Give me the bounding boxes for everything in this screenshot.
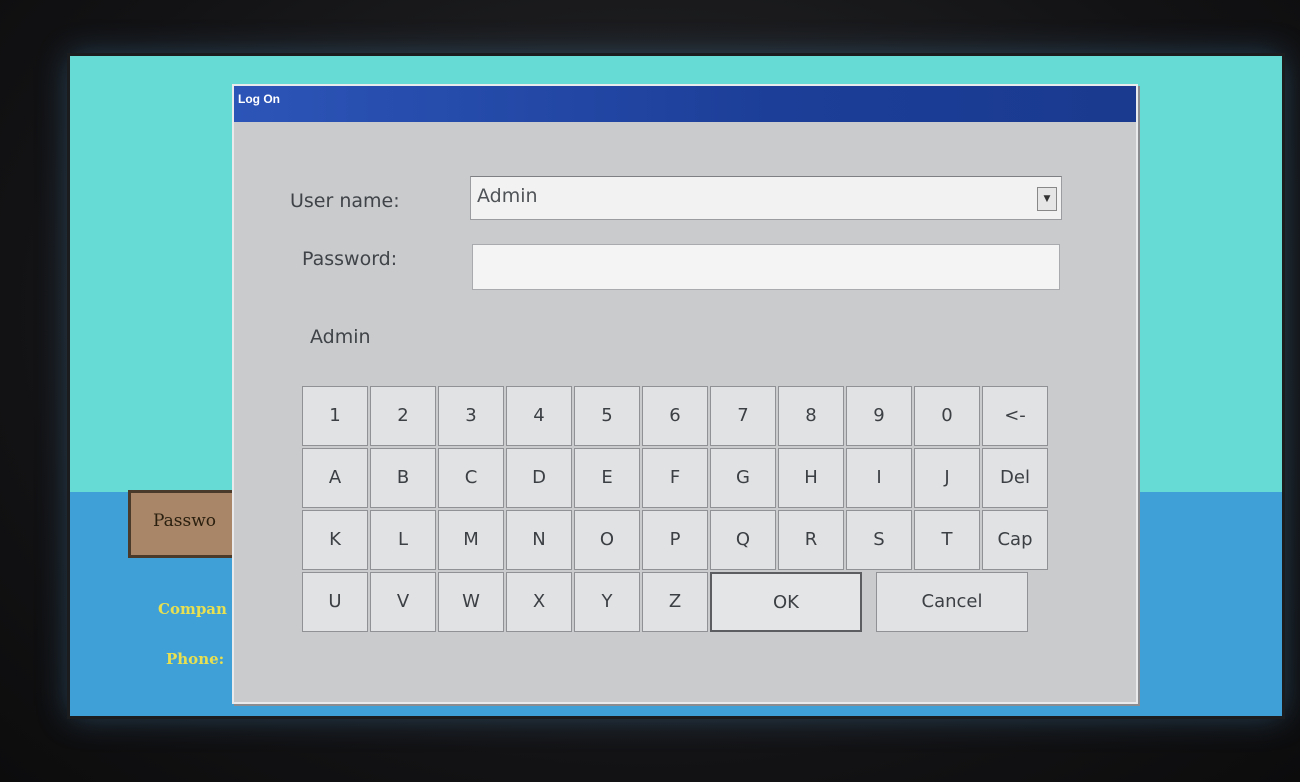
key-delete[interactable]: Del (982, 448, 1048, 508)
logon-dialog: Log On User name: Admin ▼ Password: Admi… (232, 84, 1138, 704)
key-8[interactable]: 8 (778, 386, 844, 446)
key-u[interactable]: U (302, 572, 368, 632)
key-z[interactable]: Z (642, 572, 708, 632)
dialog-title: Log On (238, 92, 280, 106)
key-m[interactable]: M (438, 510, 504, 570)
key-backspace[interactable]: <- (982, 386, 1048, 446)
onscreen-keyboard: 1 2 3 4 5 6 7 8 9 0 <- A B C D E F G H I… (302, 386, 1048, 632)
key-b[interactable]: B (370, 448, 436, 508)
key-w[interactable]: W (438, 572, 504, 632)
cancel-button[interactable]: Cancel (876, 572, 1028, 632)
key-n[interactable]: N (506, 510, 572, 570)
key-i[interactable]: I (846, 448, 912, 508)
key-j[interactable]: J (914, 448, 980, 508)
key-0[interactable]: 0 (914, 386, 980, 446)
key-x[interactable]: X (506, 572, 572, 632)
key-d[interactable]: D (506, 448, 572, 508)
key-4[interactable]: 4 (506, 386, 572, 446)
key-a[interactable]: A (302, 448, 368, 508)
key-g[interactable]: G (710, 448, 776, 508)
key-q[interactable]: Q (710, 510, 776, 570)
chevron-down-icon[interactable]: ▼ (1037, 187, 1057, 211)
key-7[interactable]: 7 (710, 386, 776, 446)
key-3[interactable]: 3 (438, 386, 504, 446)
key-5[interactable]: 5 (574, 386, 640, 446)
dialog-titlebar[interactable]: Log On (234, 86, 1136, 122)
phone-label: Phone: (166, 650, 225, 668)
current-user-text: Admin (310, 326, 371, 348)
ok-button[interactable]: OK (710, 572, 862, 632)
key-9[interactable]: 9 (846, 386, 912, 446)
key-6[interactable]: 6 (642, 386, 708, 446)
password-label: Password: (302, 248, 398, 270)
key-p[interactable]: P (642, 510, 708, 570)
key-c[interactable]: C (438, 448, 504, 508)
key-l[interactable]: L (370, 510, 436, 570)
key-1[interactable]: 1 (302, 386, 368, 446)
key-h[interactable]: H (778, 448, 844, 508)
username-value: Admin (477, 185, 538, 207)
username-dropdown[interactable]: Admin ▼ (470, 176, 1062, 220)
key-2[interactable]: 2 (370, 386, 436, 446)
key-y[interactable]: Y (574, 572, 640, 632)
key-o[interactable]: O (574, 510, 640, 570)
key-k[interactable]: K (302, 510, 368, 570)
company-label: Compan (158, 600, 227, 618)
key-v[interactable]: V (370, 572, 436, 632)
password-field[interactable] (472, 244, 1060, 290)
key-r[interactable]: R (778, 510, 844, 570)
key-s[interactable]: S (846, 510, 912, 570)
key-caps[interactable]: Cap (982, 510, 1048, 570)
username-label: User name: (290, 190, 400, 212)
key-f[interactable]: F (642, 448, 708, 508)
key-t[interactable]: T (914, 510, 980, 570)
key-e[interactable]: E (574, 448, 640, 508)
